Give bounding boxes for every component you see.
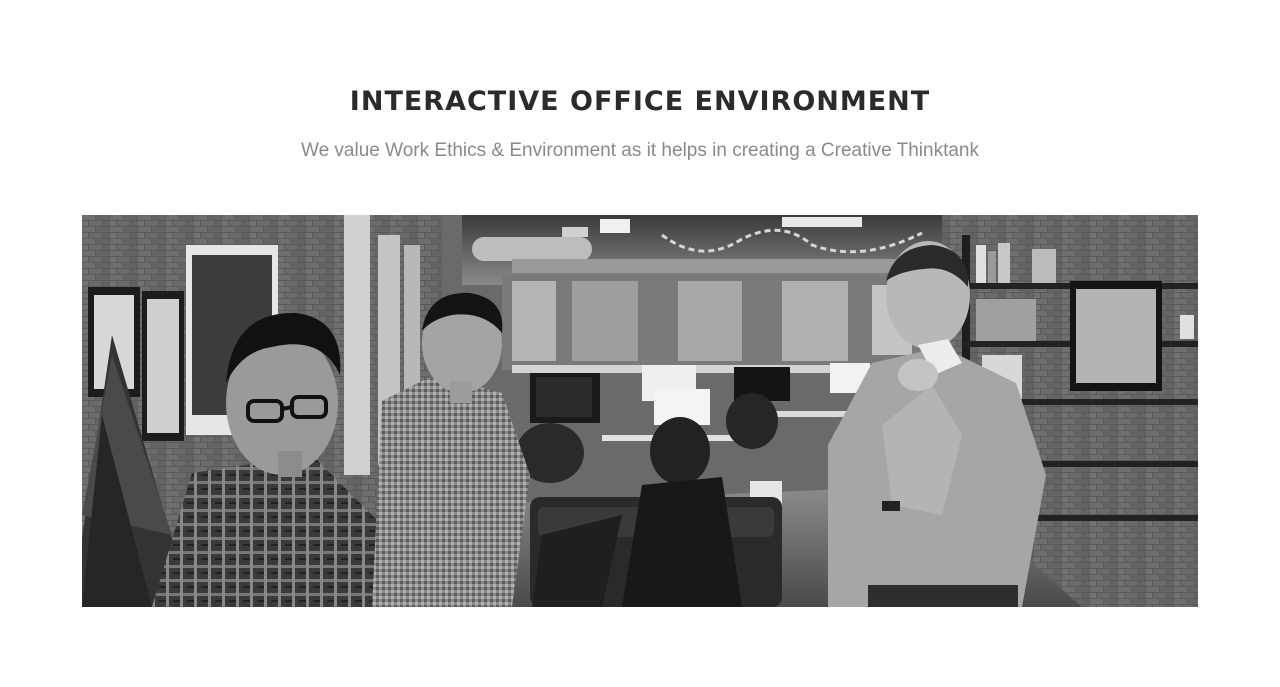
office-environment-section: INTERACTIVE OFFICE ENVIRONMENT We value … bbox=[0, 0, 1280, 687]
office-photo bbox=[82, 215, 1198, 607]
section-title: INTERACTIVE OFFICE ENVIRONMENT bbox=[349, 86, 931, 117]
section-subtitle: We value Work Ethics & Environment as it… bbox=[301, 140, 979, 161]
